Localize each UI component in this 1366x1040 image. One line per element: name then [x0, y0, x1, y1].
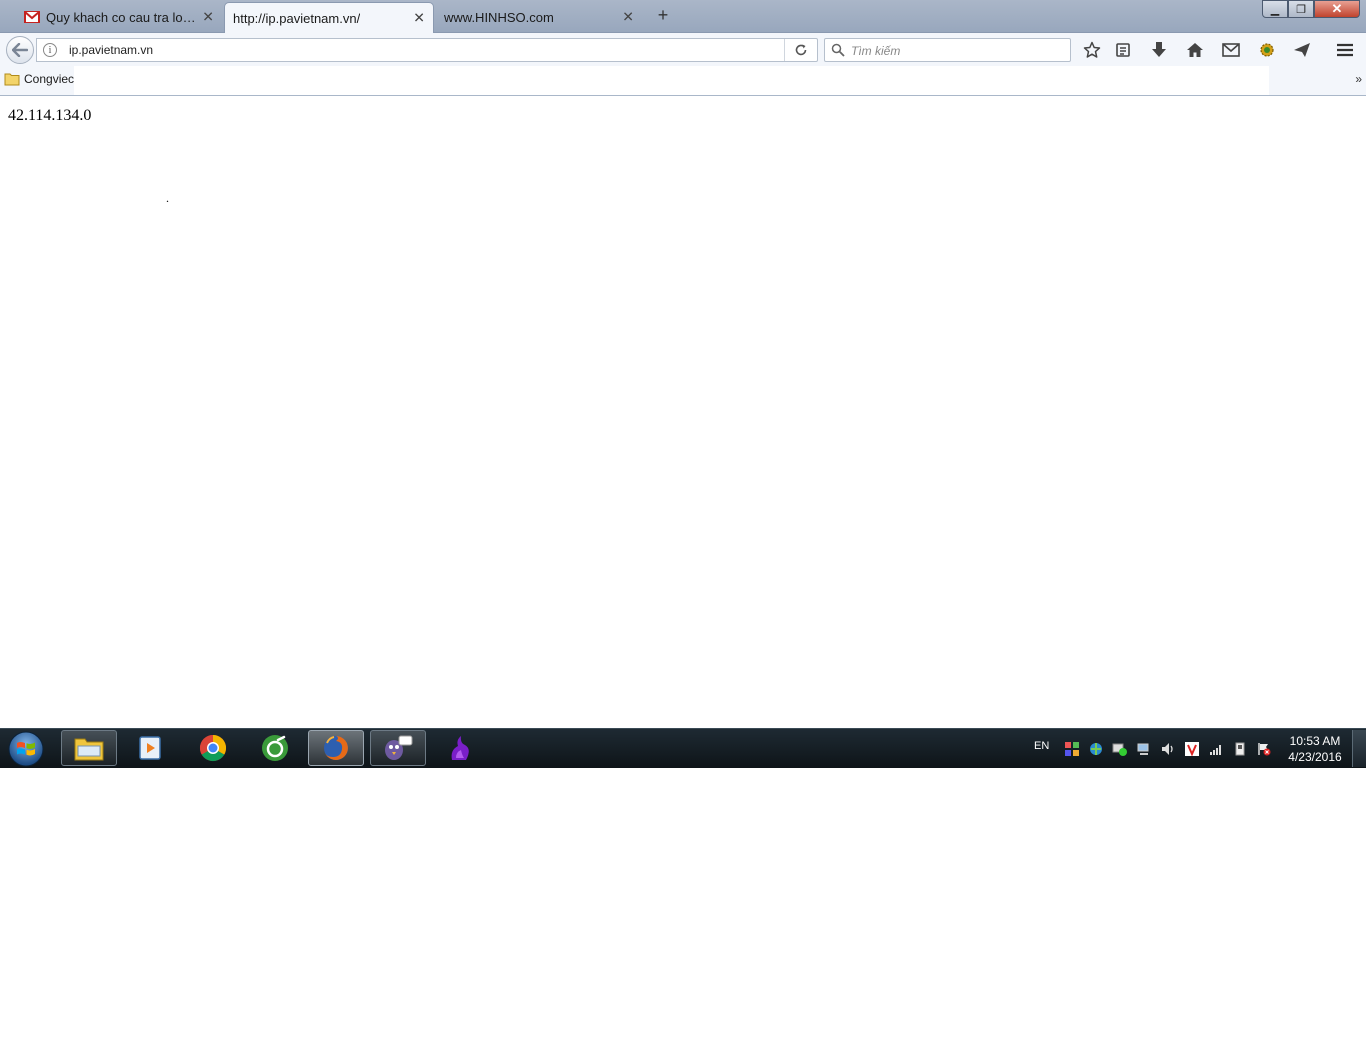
tray-antivirus-icon[interactable]	[1184, 741, 1200, 757]
tray-sync-icon[interactable]	[1112, 741, 1128, 757]
taskbar-firefox[interactable]	[308, 730, 364, 766]
taskbar-pidgin[interactable]	[370, 730, 426, 766]
page-content: 42.114.134.0 .	[0, 97, 1366, 728]
search-icon	[831, 43, 845, 62]
minimize-icon[interactable]: ▁	[1262, 0, 1288, 18]
new-tab-icon[interactable]: +	[652, 4, 674, 26]
search-input[interactable]	[849, 41, 1068, 61]
reading-list-icon[interactable]	[1112, 40, 1134, 60]
action-center-flag-icon[interactable]	[1256, 741, 1272, 757]
chrome-icon	[199, 734, 227, 762]
clock-time: 10:53 AM	[1289, 734, 1341, 748]
home-icon[interactable]	[1184, 40, 1206, 60]
bookmarks-empty-area	[74, 66, 1269, 95]
folder-icon	[74, 738, 104, 761]
tab-close-icon[interactable]: ✕	[413, 10, 425, 27]
gmail-icon	[24, 10, 40, 24]
bookmarks-toolbar: Congviec »	[0, 66, 1366, 96]
restore-icon[interactable]: ❐	[1288, 0, 1314, 18]
menu-icon[interactable]	[1334, 40, 1356, 60]
taskbar-chrome[interactable]	[185, 730, 241, 766]
firefox-icon	[324, 736, 348, 760]
browser-window: Quy khach co cau tra loi tu... ✕ http://…	[0, 0, 1366, 728]
purple-flame-icon	[451, 736, 469, 760]
send-icon[interactable]	[1291, 40, 1313, 60]
download-icon[interactable]	[1148, 40, 1170, 60]
close-icon[interactable]: ✕	[1314, 0, 1360, 18]
taskbar: EN 10:53 AM 4/23/2016	[0, 728, 1366, 768]
back-arrow-icon	[12, 43, 28, 57]
tray-app-grid-icon[interactable]	[1064, 741, 1080, 757]
tab-strip: Quy khach co cau tra loi tu... ✕ http://…	[0, 0, 1366, 33]
tab-close-icon[interactable]: ✕	[622, 9, 634, 26]
start-button[interactable]	[6, 730, 46, 768]
clock[interactable]: 10:53 AM 4/23/2016	[1280, 733, 1350, 765]
tab-title: www.HINHSO.com	[444, 9, 554, 25]
mail-icon[interactable]	[1220, 40, 1242, 60]
addon-gear-icon[interactable]	[1256, 40, 1278, 60]
clock-date: 4/23/2016	[1288, 750, 1342, 764]
media-player-icon	[139, 736, 161, 760]
site-info-icon[interactable]: i	[43, 43, 57, 57]
tab-ip-pavietnam[interactable]: http://ip.pavietnam.vn/ ✕	[224, 2, 434, 33]
bookmark-star-icon[interactable]	[1081, 40, 1103, 60]
language-indicator[interactable]: EN	[1034, 740, 1049, 752]
show-desktop-button[interactable]	[1352, 730, 1366, 767]
tray-network-icon[interactable]	[1136, 741, 1152, 757]
tab-title: http://ip.pavietnam.vn/	[233, 10, 361, 26]
taskbar-media-player[interactable]	[122, 730, 178, 766]
tab-hinhso[interactable]: www.HINHSO.com ✕	[436, 3, 642, 31]
windows-logo-icon	[8, 731, 44, 767]
taskbar-explorer[interactable]	[61, 730, 117, 766]
volume-icon[interactable]	[1160, 741, 1176, 757]
signal-strength-icon[interactable]	[1208, 741, 1224, 757]
tray-network-map-icon[interactable]	[1088, 741, 1104, 757]
ip-address-text: 42.114.134.0	[8, 107, 92, 124]
search-bar[interactable]	[824, 38, 1071, 62]
window-controls: ▁ ❐ ✕	[1262, 0, 1360, 18]
tray-device-icon[interactable]	[1232, 741, 1248, 757]
coc-coc-icon	[262, 735, 288, 761]
bookmark-folder-congviec[interactable]: Congviec	[4, 72, 74, 86]
system-tray: EN	[1030, 729, 1290, 769]
tab-gmail[interactable]: Quy khach co cau tra loi tu... ✕	[16, 3, 222, 31]
navigation-toolbar: i ip.pavietnam.vn	[0, 33, 1366, 66]
folder-icon	[4, 73, 20, 86]
pidgin-icon	[385, 735, 413, 760]
url-bar[interactable]: i ip.pavietnam.vn	[36, 38, 818, 62]
tab-close-icon[interactable]: ✕	[202, 9, 214, 26]
reload-icon[interactable]	[784, 39, 817, 61]
taskbar-purple-app[interactable]	[432, 730, 488, 766]
stray-dot-text: .	[166, 191, 169, 205]
tab-title: Quy khach co cau tra loi tu...	[46, 9, 196, 25]
bookmarks-overflow-chevron[interactable]: »	[1355, 72, 1362, 86]
bookmark-folder-label: Congviec	[24, 72, 75, 86]
taskbar-coccoc[interactable]	[247, 730, 303, 766]
back-button[interactable]	[6, 36, 34, 64]
url-text[interactable]: ip.pavietnam.vn	[69, 43, 153, 57]
